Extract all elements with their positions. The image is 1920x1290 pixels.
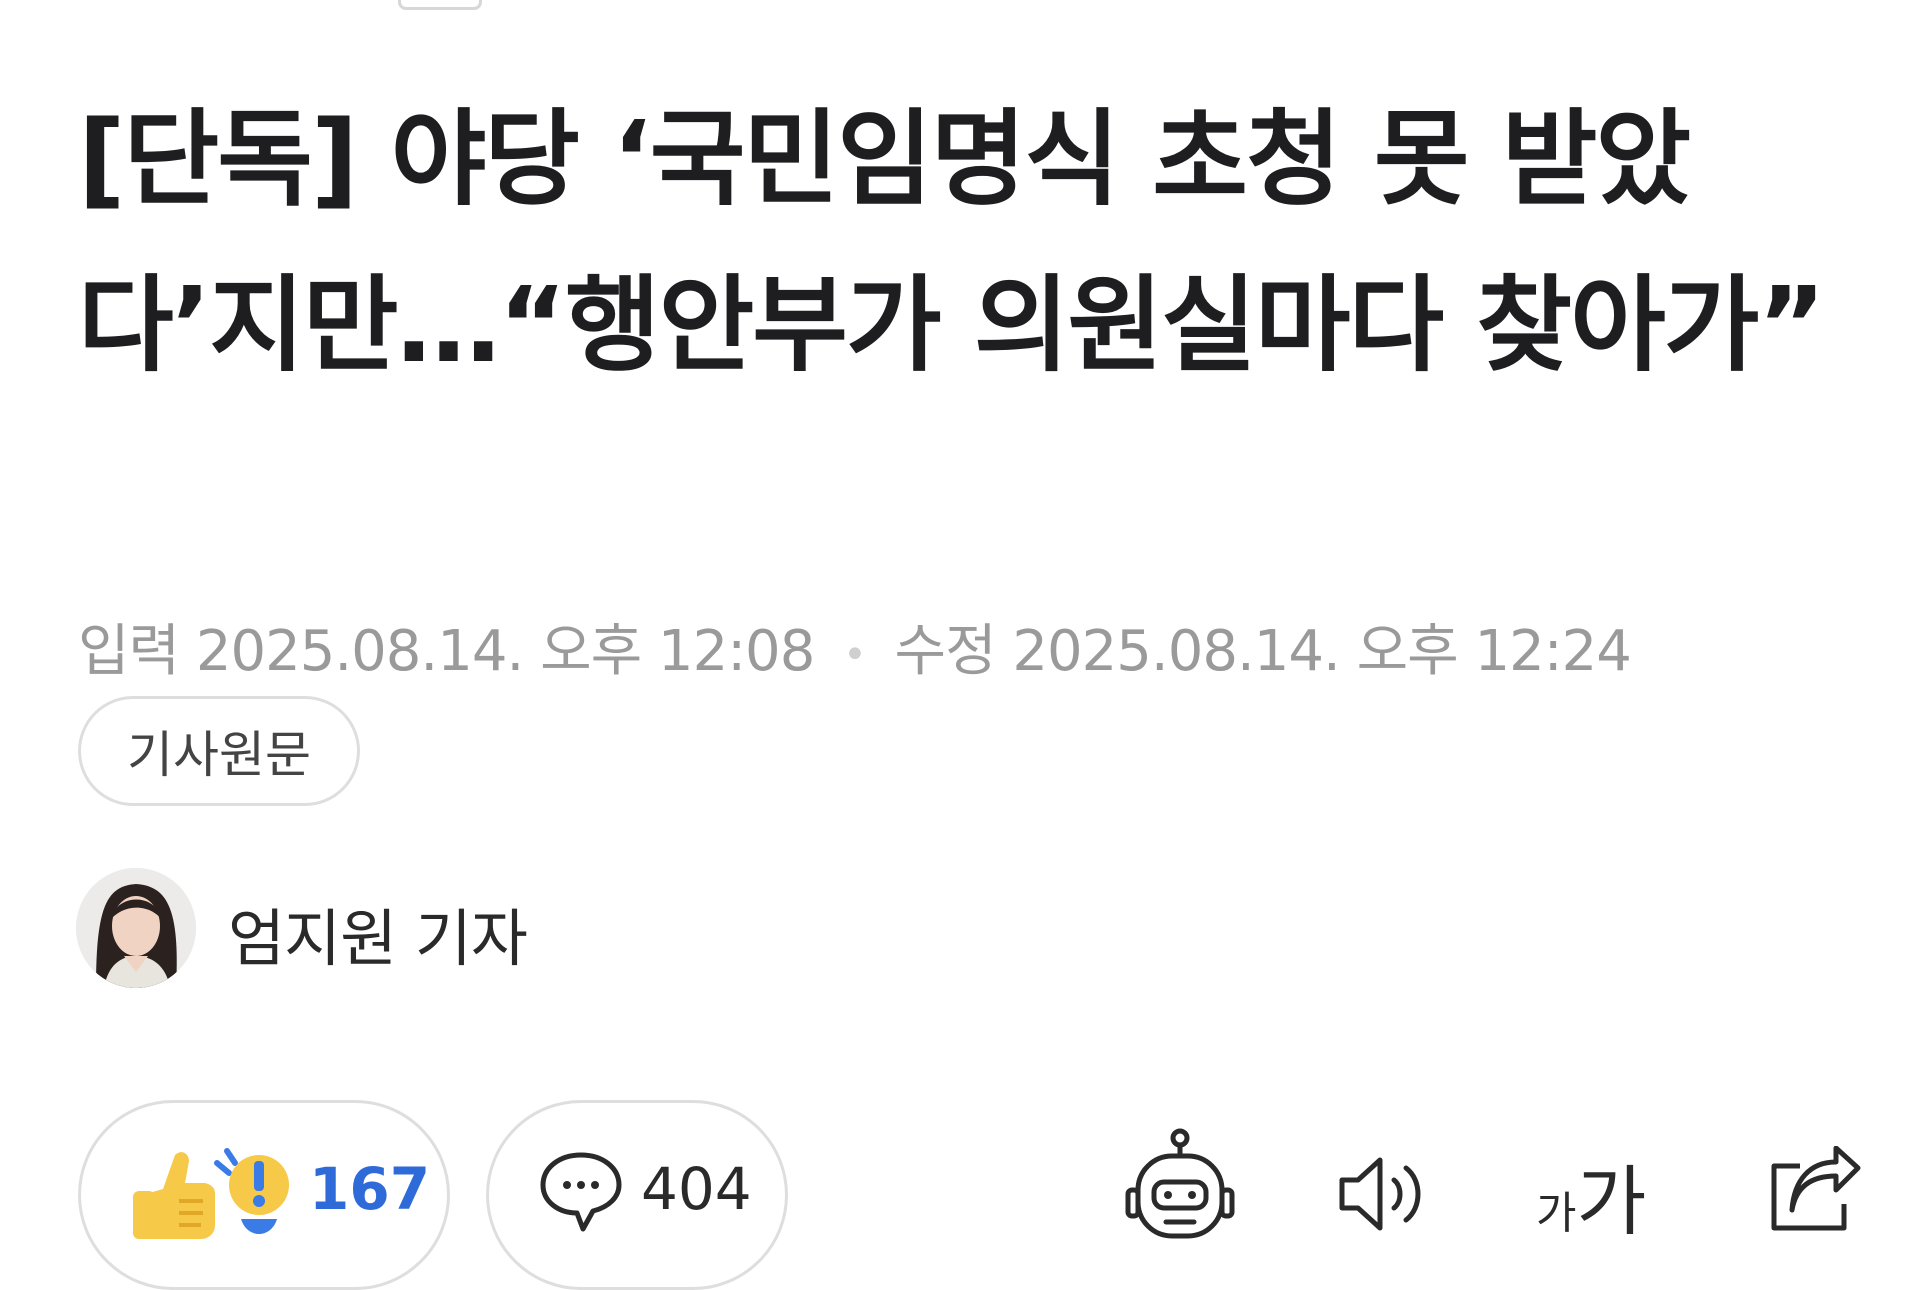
font-size-icon[interactable]: 가가 [1536, 1140, 1646, 1250]
robot-summary-icon[interactable] [1124, 1128, 1236, 1246]
speaker-icon[interactable] [1336, 1154, 1432, 1234]
input-datetime: 2025.08.14. 오후 12:08 [195, 619, 815, 684]
author-name[interactable]: 엄지원 기자 [228, 888, 528, 978]
reaction-button[interactable]: 167 [78, 1100, 450, 1290]
modified-datetime: 2025.08.14. 오후 12:24 [1012, 619, 1631, 684]
comment-button[interactable]: 404 [486, 1100, 788, 1290]
comment-count: 404 [641, 1155, 752, 1223]
meta-separator: • [843, 631, 867, 678]
thumbs-up-surprise-icon [133, 1148, 289, 1239]
font-size-small-label: 가 [1536, 1188, 1577, 1239]
font-size-big-label: 가 [1576, 1157, 1647, 1246]
author-avatar[interactable] [76, 868, 196, 988]
input-label: 입력 [78, 619, 180, 684]
top-tab-indicator [398, 0, 482, 10]
original-article-label: 기사원문 [127, 726, 311, 784]
article-headline: [단독] 야당 ‘국민임명식 초청 못 받았다’지만…“행안부가 의원실마다 찾… [78, 98, 1826, 386]
share-icon[interactable] [1766, 1146, 1862, 1234]
author-photo-icon [76, 868, 196, 988]
article-dates: 입력 2025.08.14. 오후 12:08 • 수정 2025.08.14.… [78, 606, 1632, 687]
original-article-button[interactable]: 기사원문 [78, 696, 360, 806]
comment-icon [540, 1152, 622, 1232]
modified-label: 수정 [894, 619, 997, 684]
reaction-count: 167 [309, 1155, 431, 1223]
